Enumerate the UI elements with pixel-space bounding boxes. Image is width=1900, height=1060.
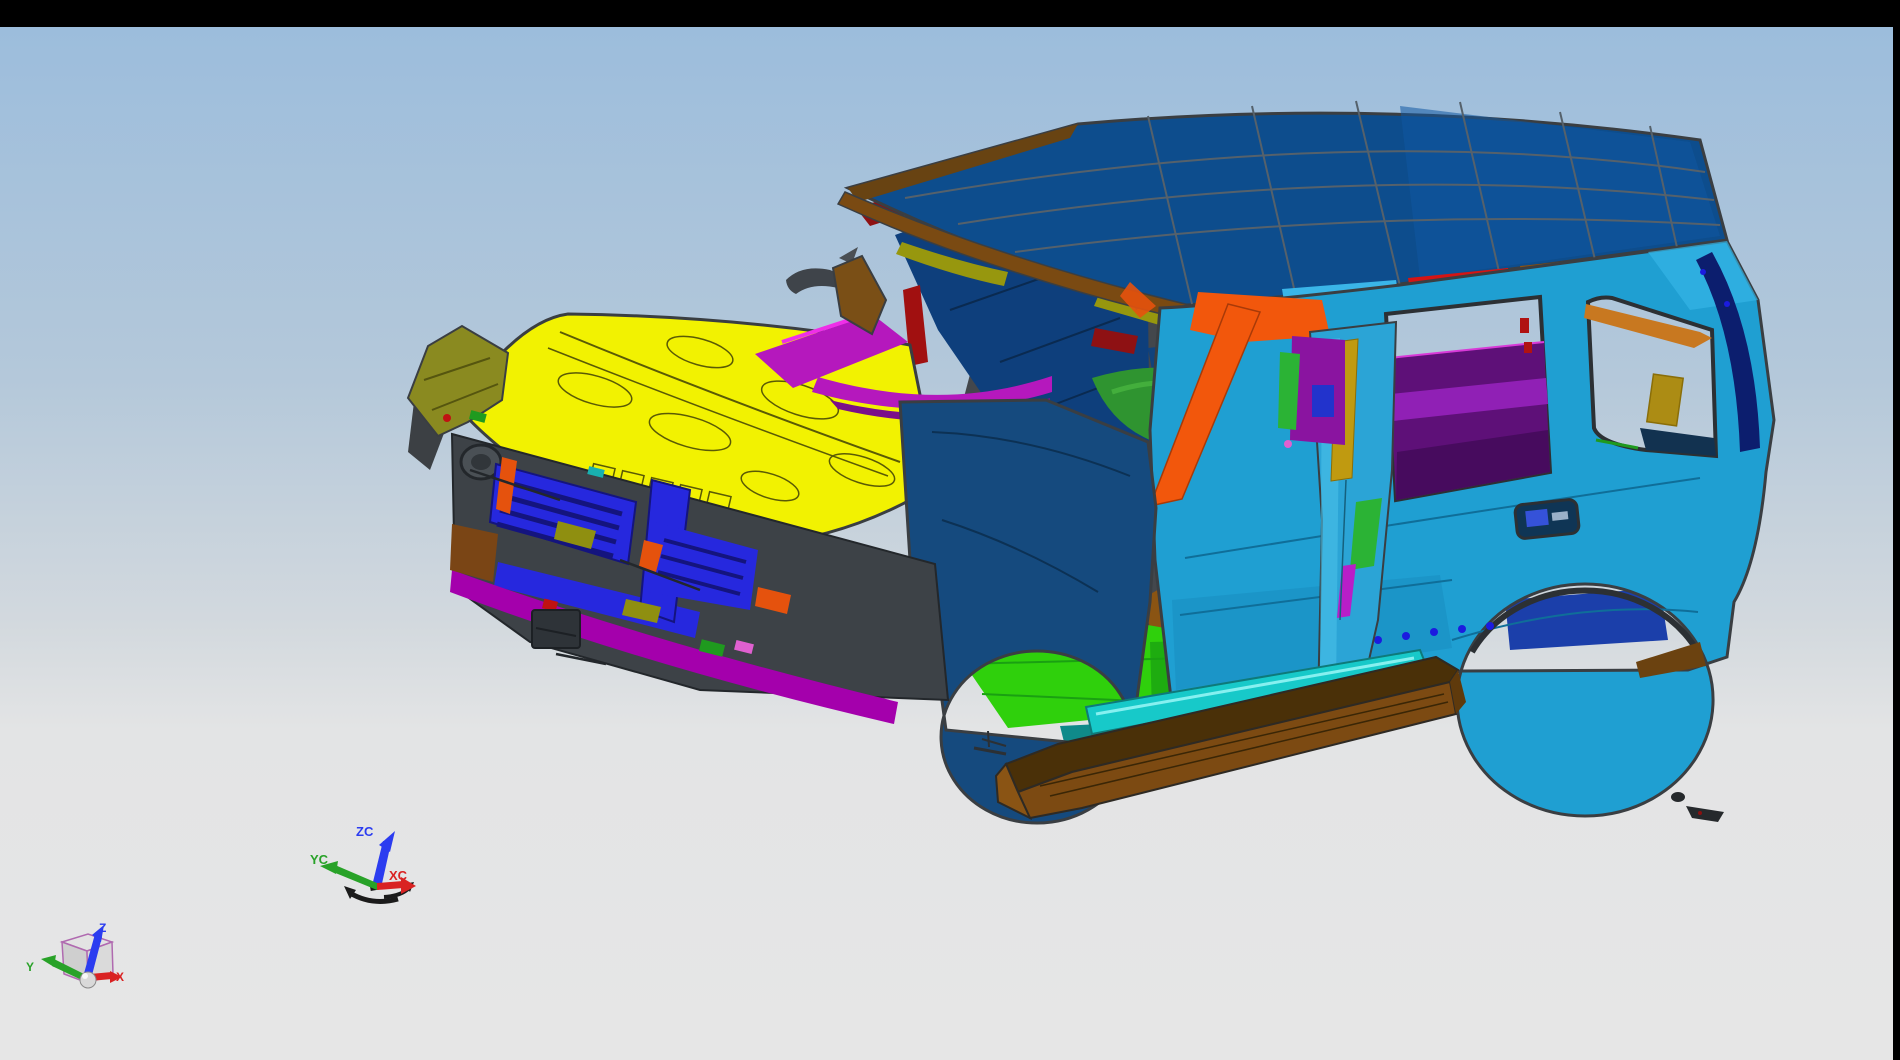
origin-sphere[interactable] (80, 972, 96, 988)
cad-viewport[interactable]: ZC YC XC Z Y X (0, 0, 1900, 1060)
b-pillar-top-orange[interactable] (1190, 292, 1330, 342)
debris-dot[interactable] (1671, 792, 1685, 802)
wcs-z-label: ZC (356, 824, 374, 839)
top-letterbox-bar (0, 0, 1900, 27)
wcs-x-label: XC (389, 868, 408, 883)
view-y-label: Y (26, 960, 34, 974)
door-handle-glyph (1525, 509, 1549, 527)
trim-pink-dot (1284, 440, 1292, 448)
quarter-gold-tab[interactable] (1647, 374, 1683, 426)
debris-red-dot (1698, 811, 1702, 815)
fender-red-dot (443, 414, 451, 422)
window-red-fleck (1524, 342, 1532, 353)
view-x-label: X (116, 970, 124, 984)
view-z-label: Z (99, 921, 106, 935)
headlamp-inner (471, 454, 491, 470)
quarter-trim-blue (1312, 385, 1334, 417)
right-letterbox-bar (1893, 0, 1900, 1060)
origin-sphere-highlight (82, 973, 88, 979)
door-handle-bar (1552, 511, 1569, 521)
wcs-y-label: YC (310, 852, 329, 867)
window-red-fleck (1520, 318, 1529, 333)
